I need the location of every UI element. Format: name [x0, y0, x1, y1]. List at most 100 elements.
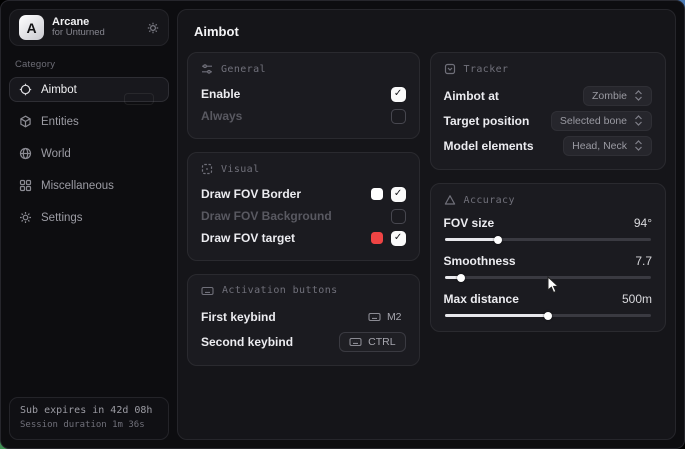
brand-card: A Arcane for Unturned: [9, 9, 169, 46]
crosshair-icon: [19, 83, 32, 96]
gear-icon: [19, 211, 32, 224]
keyboard-icon: [349, 337, 362, 347]
keyboard-icon: [368, 312, 381, 322]
slider-smoothness: Smoothness 7.7: [444, 252, 652, 279]
setting-label: Draw FOV target: [201, 231, 295, 245]
setting-label: Enable: [201, 87, 240, 101]
entities-box-icon: [19, 115, 32, 128]
setting-label: Target position: [444, 114, 530, 128]
smoothness-slider[interactable]: [445, 276, 651, 279]
enable-checkbox[interactable]: [391, 87, 406, 102]
setting-row-always: Always: [201, 105, 406, 127]
setting-row-model-elements: Model elements Head, Neck: [444, 133, 652, 158]
fov-border-checkbox[interactable]: [391, 187, 406, 202]
aimbot-at-dropdown[interactable]: Zombie: [583, 86, 652, 106]
card-header-label: Accuracy: [464, 195, 515, 206]
sidebar-nav: Aimbot Entities World: [1, 77, 177, 230]
brand-text: Arcane for Unturned: [52, 16, 139, 40]
setting-row-aimbot-at: Aimbot at Zombie: [444, 83, 652, 108]
sidebar-item-label: World: [41, 148, 71, 160]
setting-row-second-keybind: Second keybind CTRL: [201, 329, 406, 354]
card-activation-buttons: Activation buttons First keybind M2: [187, 274, 420, 366]
color-swatch[interactable]: [371, 188, 383, 200]
slider-fill: [445, 314, 548, 317]
slider-value: 94°: [634, 216, 652, 230]
target-position-dropdown[interactable]: Selected bone: [551, 111, 652, 131]
card-accuracy: Accuracy FOV size 94°: [430, 183, 666, 332]
chevrons-up-down-icon: [634, 115, 643, 126]
setting-row-fov-background: Draw FOV Background: [201, 205, 406, 227]
fov-size-slider[interactable]: [445, 238, 651, 241]
dashed-square-icon: [201, 163, 213, 175]
fov-target-checkbox[interactable]: [391, 231, 406, 246]
page-title: Aimbot: [194, 24, 666, 39]
gear-icon[interactable]: [147, 22, 159, 34]
main-panel: Aimbot General Enable: [177, 9, 676, 440]
second-keybind-button[interactable]: CTRL: [339, 332, 405, 352]
sliders-icon: [201, 63, 213, 75]
first-keybind-button[interactable]: M2: [364, 308, 406, 326]
scan-box-icon: [444, 63, 456, 75]
card-visual: Visual Draw FOV Border Draw FOV Backgrou…: [187, 152, 420, 261]
sub-expiry-text: Sub expires in 42d 08h: [20, 404, 158, 419]
grid-dots-icon: [19, 179, 32, 192]
slider-thumb[interactable]: [494, 236, 502, 244]
slider-fov-size: FOV size 94°: [444, 214, 652, 241]
app-window: A Arcane for Unturned Category Aimbot: [0, 0, 685, 449]
session-duration-text: Session duration 1m 36s: [20, 419, 158, 432]
dropdown-value: Selected bone: [560, 115, 627, 127]
sidebar-item-label: Settings: [41, 212, 83, 224]
always-checkbox[interactable]: [391, 109, 406, 124]
logo: A: [19, 15, 44, 40]
setting-label: Draw FOV Background: [201, 209, 332, 223]
setting-row-enable: Enable: [201, 83, 406, 105]
slider-thumb[interactable]: [457, 274, 465, 282]
card-header-label: General: [221, 64, 266, 75]
triangle-icon: [444, 194, 456, 206]
sidebar-item-miscellaneous[interactable]: Miscellaneous: [9, 173, 169, 198]
max-distance-slider[interactable]: [445, 314, 651, 317]
ghost-highlight: [124, 93, 154, 105]
keybind-value: M2: [387, 311, 402, 323]
slider-value: 7.7: [635, 254, 652, 268]
sidebar-item-label: Aimbot: [41, 84, 77, 96]
sidebar-item-entities[interactable]: Entities: [9, 109, 169, 134]
setting-label: Draw FOV Border: [201, 187, 301, 201]
setting-row-fov-target: Draw FOV target: [201, 227, 406, 249]
sidebar-item-aimbot[interactable]: Aimbot: [9, 77, 169, 102]
setting-label: Always: [201, 109, 242, 123]
slider-value: 500m: [622, 292, 652, 306]
setting-row-fov-border: Draw FOV Border: [201, 183, 406, 205]
sidebar-item-label: Entities: [41, 116, 79, 128]
globe-icon: [19, 147, 32, 160]
setting-label: Second keybind: [201, 335, 293, 349]
card-header-label: Activation buttons: [222, 285, 338, 296]
sidebar-item-settings[interactable]: Settings: [9, 205, 169, 230]
card-tracker: Tracker Aimbot at Zombie Target position: [430, 52, 666, 170]
setting-label: Max distance: [444, 292, 519, 306]
setting-label: FOV size: [444, 216, 495, 230]
setting-label: Model elements: [444, 139, 534, 153]
chevrons-up-down-icon: [634, 90, 643, 101]
dropdown-value: Zombie: [592, 90, 627, 102]
keyboard-icon: [201, 286, 214, 296]
color-swatch[interactable]: [371, 232, 383, 244]
setting-label: Smoothness: [444, 254, 516, 268]
keybind-value: CTRL: [368, 336, 395, 348]
setting-label: Aimbot at: [444, 89, 499, 103]
dropdown-value: Head, Neck: [572, 140, 627, 152]
setting-row-first-keybind: First keybind M2: [201, 304, 406, 329]
category-label: Category: [15, 59, 177, 70]
setting-label: First keybind: [201, 310, 276, 324]
slider-max-distance: Max distance 500m: [444, 290, 652, 317]
sidebar-item-world[interactable]: World: [9, 141, 169, 166]
fov-background-checkbox[interactable]: [391, 209, 406, 224]
card-general: General Enable Always: [187, 52, 420, 139]
model-elements-dropdown[interactable]: Head, Neck: [563, 136, 652, 156]
brand-subtitle: for Unturned: [52, 28, 139, 39]
setting-row-target-position: Target position Selected bone: [444, 108, 652, 133]
sidebar-item-label: Miscellaneous: [41, 180, 114, 192]
slider-thumb[interactable]: [544, 312, 552, 320]
slider-fill: [445, 238, 499, 241]
subscription-info: Sub expires in 42d 08h Session duration …: [9, 397, 169, 440]
